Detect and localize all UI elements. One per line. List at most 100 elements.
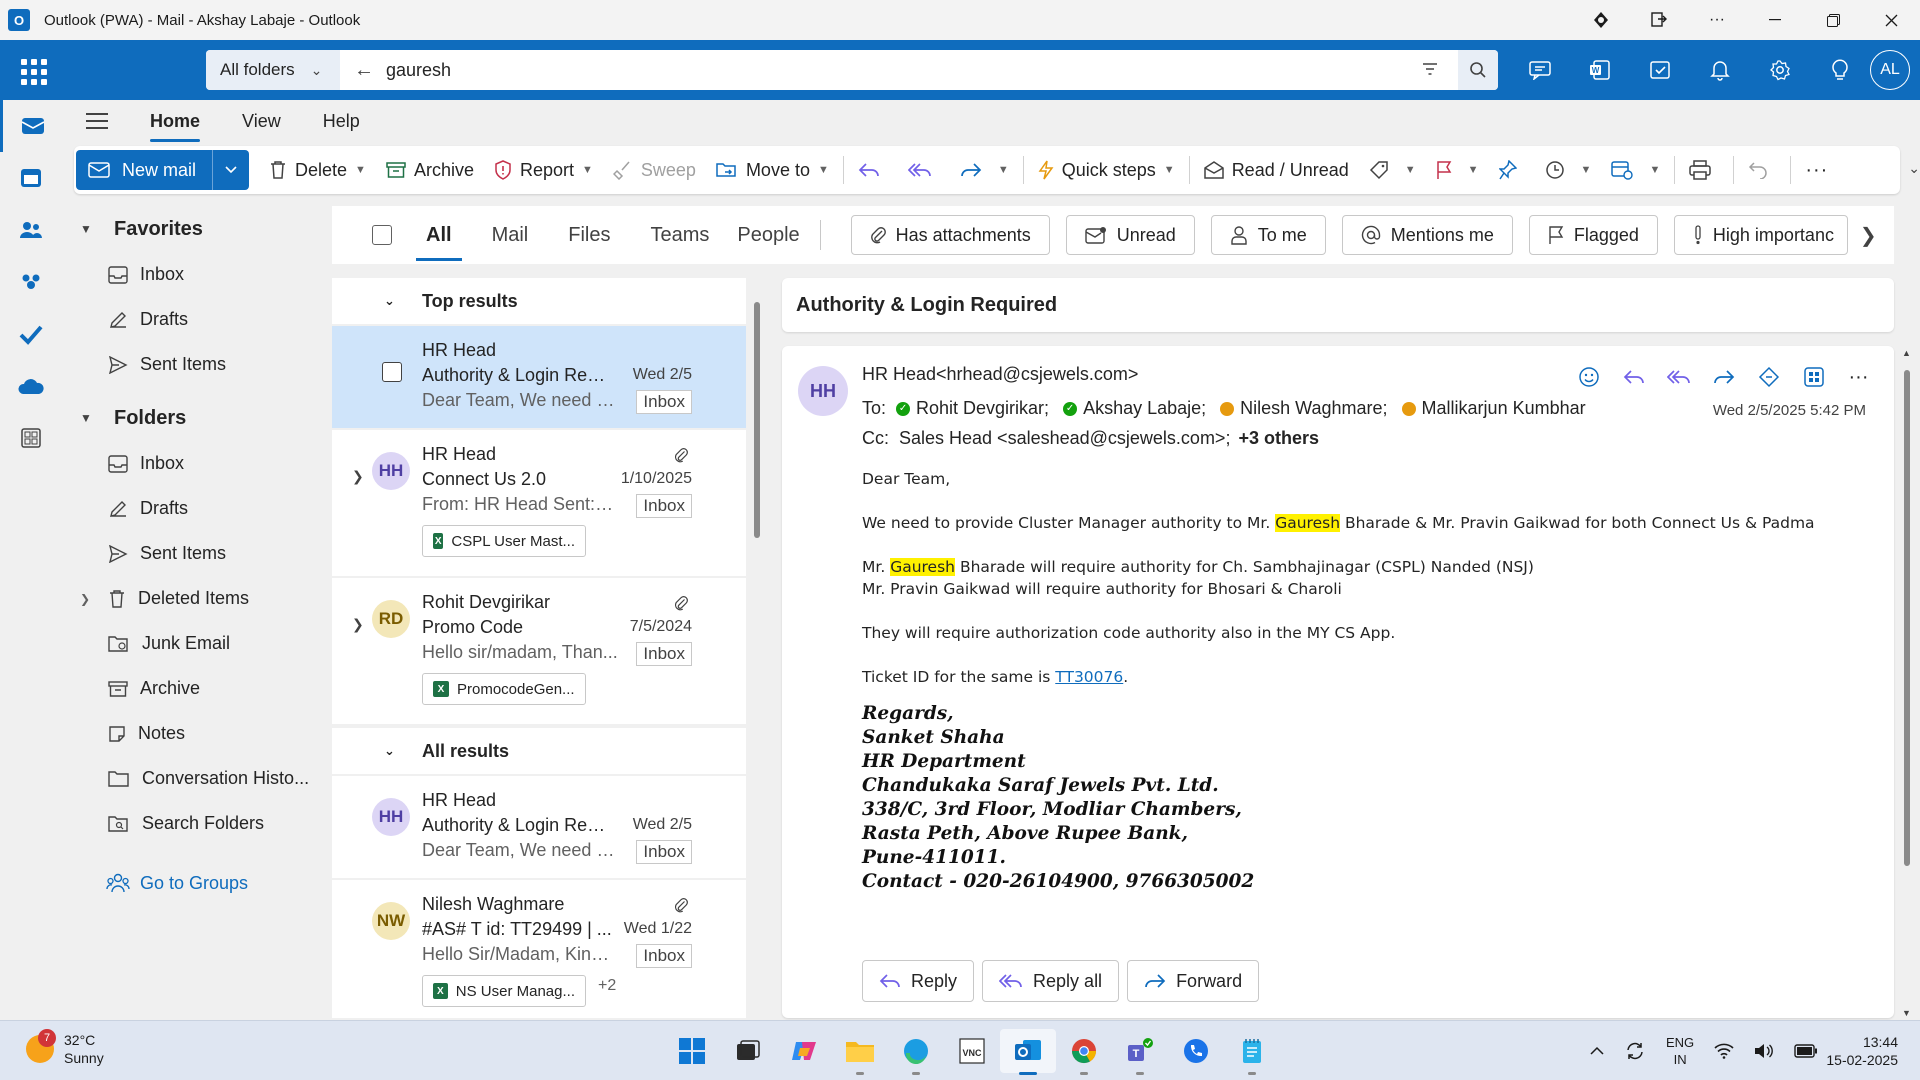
search-scope-dropdown[interactable]: All folders ⌄	[206, 50, 340, 90]
calendar-app-icon[interactable]	[0, 152, 62, 204]
loop-icon[interactable]	[1746, 360, 1791, 394]
more-attachments-count[interactable]: +2	[598, 977, 616, 995]
back-arrow-icon[interactable]: ←	[354, 59, 374, 82]
cc-more-link[interactable]: +3 others	[1238, 428, 1319, 448]
close-button[interactable]	[1862, 0, 1920, 40]
chevron-down-icon[interactable]: ▼	[1581, 164, 1592, 176]
undo-button[interactable]	[1738, 150, 1786, 190]
sweep-button[interactable]: Sweep	[603, 150, 706, 190]
message-row[interactable]: ❯ RD Rohit Devgirikar Promo Code 7/5/202…	[332, 578, 746, 724]
tab-mail[interactable]: Mail	[492, 218, 529, 253]
folder-notes[interactable]: Notes	[62, 711, 330, 756]
favorite-sent-items[interactable]: Sent Items	[62, 342, 330, 387]
attachment-chip[interactable]: X CSPL User Mast...	[422, 525, 586, 557]
categorize-button[interactable]: ▼	[1359, 150, 1426, 190]
read-unread-button[interactable]: Read / Unread	[1194, 150, 1359, 190]
onedrive-app-icon[interactable]	[0, 360, 62, 412]
tab-home[interactable]: Home	[150, 105, 201, 142]
scrollbar-thumb[interactable]	[1904, 370, 1910, 866]
more-actions-button[interactable]: ···	[1795, 150, 1838, 190]
chevron-down-icon[interactable]: ▼	[998, 164, 1009, 176]
delete-button[interactable]: Delete ▼	[259, 150, 376, 190]
search-input[interactable]: gauresh	[386, 60, 451, 81]
message-row[interactable]: HR Head Authority & Login Req... Wed 2/5…	[332, 326, 746, 428]
task-view-button[interactable]	[720, 1029, 776, 1073]
vnc-viewer-icon[interactable]: VNC	[944, 1029, 1000, 1073]
message-list-scrollbar[interactable]	[748, 278, 764, 1018]
flagged-filter[interactable]: Flagged	[1528, 215, 1658, 255]
folder-deleted-items[interactable]: ❯ Deleted Items	[62, 576, 330, 621]
user-avatar[interactable]: AL	[1870, 50, 1910, 90]
chevron-right-icon[interactable]: ❯	[352, 468, 364, 485]
message-row[interactable]: HH HR Head Authority & Login Req... Wed …	[332, 776, 746, 878]
message-checkbox[interactable]	[382, 362, 402, 382]
scroll-up-arrow[interactable]: ▲	[1902, 348, 1911, 358]
app-options-icon[interactable]	[1630, 0, 1688, 40]
settings-gear-icon[interactable]	[1750, 50, 1810, 90]
start-button[interactable]	[664, 1029, 720, 1073]
more-apps-icon[interactable]	[0, 412, 62, 464]
favorite-drafts[interactable]: Drafts	[62, 297, 330, 342]
more-options-icon[interactable]: ···	[1688, 0, 1746, 40]
search-filter-icon[interactable]	[1422, 60, 1438, 81]
snooze-button[interactable]: ▼	[1535, 150, 1602, 190]
tab-view[interactable]: View	[242, 105, 281, 138]
forward-button[interactable]: Forward	[1127, 960, 1260, 1002]
sender-address[interactable]: HR Head<hrhead@csjewels.com>	[862, 364, 1138, 385]
wifi-icon[interactable]	[1714, 1043, 1734, 1059]
input-language[interactable]: ENG IN	[1666, 1034, 1694, 1068]
teams-icon[interactable]: T	[1112, 1029, 1168, 1075]
chrome-browser-icon[interactable]	[1056, 1029, 1112, 1075]
tab-people[interactable]: People	[737, 218, 799, 253]
reply-all-button[interactable]: Reply all	[982, 960, 1120, 1002]
chevron-right-icon[interactable]: ❯	[80, 592, 90, 606]
copilot-icon[interactable]	[1572, 0, 1630, 40]
navigation-toggle-icon[interactable]	[86, 108, 108, 134]
chevron-down-icon[interactable]: ▼	[1164, 164, 1175, 176]
attachment-chip[interactable]: X NS User Manag...	[422, 975, 586, 1007]
unread-filter[interactable]: Unread	[1065, 215, 1195, 255]
system-clock[interactable]: 13:44 15-02-2025	[1826, 1033, 1898, 1069]
reaction-smiley-icon[interactable]	[1566, 360, 1611, 394]
flag-button[interactable]: ▼	[1426, 150, 1489, 190]
select-all-checkbox[interactable]	[372, 225, 392, 245]
attachment-chip[interactable]: X PromocodeGen...	[422, 673, 586, 705]
tab-files[interactable]: Files	[568, 218, 610, 253]
ticket-link[interactable]: TT30076	[1055, 668, 1123, 686]
reply-toolbar-button[interactable]	[848, 150, 898, 190]
minimize-button[interactable]	[1746, 0, 1804, 40]
reply-button[interactable]: Reply	[862, 960, 975, 1002]
high-importance-filter[interactable]: High importanc	[1673, 215, 1848, 255]
file-explorer-icon[interactable]	[832, 1029, 888, 1075]
folder-search-folders[interactable]: Search Folders	[62, 801, 330, 846]
folder-drafts[interactable]: Drafts	[62, 486, 330, 531]
folders-group[interactable]: ▼ Folders	[62, 395, 330, 441]
notepad-icon[interactable]	[1224, 1029, 1280, 1075]
folder-inbox[interactable]: Inbox	[62, 441, 330, 486]
mail-app-icon[interactable]	[0, 100, 62, 152]
collapse-ribbon-icon[interactable]: ⌄	[1908, 160, 1920, 177]
has-attachments-filter[interactable]: Has attachments	[850, 215, 1050, 255]
people-app-icon[interactable]	[0, 204, 62, 256]
chevron-down-icon[interactable]: ▼	[1405, 164, 1416, 176]
chevron-down-icon[interactable]: ▼	[582, 164, 593, 176]
chevron-right-icon[interactable]: ❯	[1860, 223, 1877, 248]
show-hidden-icons-chevron[interactable]	[1590, 1046, 1604, 1056]
more-actions-icon[interactable]: ···	[1836, 360, 1881, 394]
edge-browser-icon[interactable]	[888, 1029, 944, 1075]
favorite-inbox[interactable]: Inbox	[62, 252, 330, 297]
report-button[interactable]: Report ▼	[484, 150, 603, 190]
todo-app-icon[interactable]	[0, 308, 62, 360]
cc-recipient[interactable]: Sales Head <saleshead@csjewels.com>;	[899, 428, 1230, 448]
recipient[interactable]: Mallikarjun Kumbhar	[1401, 398, 1586, 419]
search-button[interactable]	[1458, 50, 1498, 90]
quick-steps-button[interactable]: Quick steps ▼	[1028, 150, 1185, 190]
recipient[interactable]: Nilesh Waghmare;	[1220, 398, 1388, 419]
message-row[interactable]: NW Nilesh Waghmare #AS# T id: TT29499 | …	[332, 880, 746, 1018]
all-results-header[interactable]: ⌄ All results	[332, 728, 746, 774]
phone-app-icon[interactable]	[1168, 1029, 1224, 1073]
reply-all-icon[interactable]	[1656, 360, 1701, 394]
groups-app-icon[interactable]	[0, 256, 62, 308]
reply-icon[interactable]	[1611, 360, 1656, 394]
copilot-taskbar-icon[interactable]	[776, 1029, 832, 1073]
